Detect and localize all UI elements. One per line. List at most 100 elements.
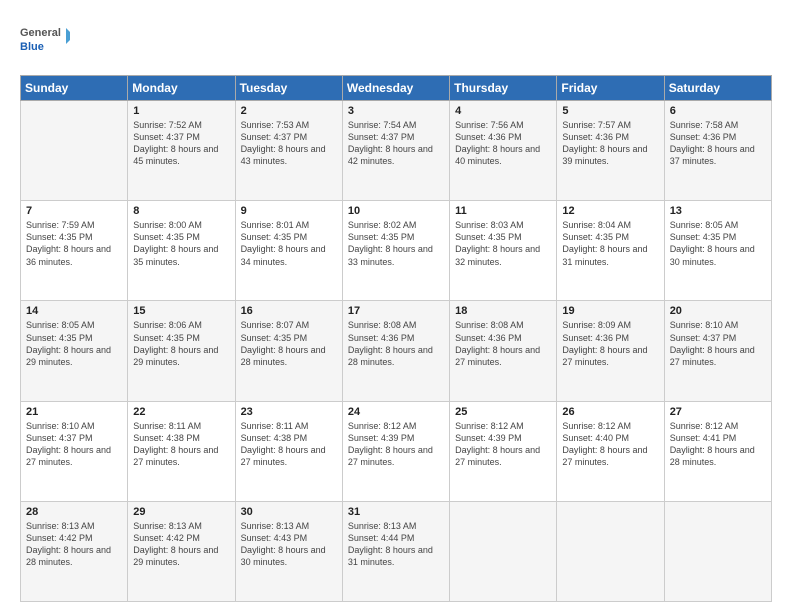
- cell-info: Sunrise: 7:54 AM Sunset: 4:37 PM Dayligh…: [348, 119, 444, 168]
- cell-info: Sunrise: 8:13 AM Sunset: 4:43 PM Dayligh…: [241, 520, 337, 569]
- cell-info: Sunrise: 8:12 AM Sunset: 4:40 PM Dayligh…: [562, 420, 658, 469]
- calendar-week-row: 7Sunrise: 7:59 AM Sunset: 4:35 PM Daylig…: [21, 201, 772, 301]
- day-number: 25: [455, 406, 551, 418]
- day-of-week-header: Sunday: [21, 76, 128, 101]
- calendar-cell: 8 Sunrise: 8:00 AM Sunset: 4:35 PM Daylig…: [128, 201, 235, 301]
- cell-info: Sunrise: 8:07 AM Sunset: 4:35 PM Dayligh…: [241, 319, 337, 368]
- day-number: 18: [455, 305, 551, 317]
- cell-info: Sunrise: 8:12 AM Sunset: 4:41 PM Dayligh…: [670, 420, 766, 469]
- cell-info: Sunrise: 8:04 AM Sunset: 4:35 PM Dayligh…: [562, 219, 658, 268]
- calendar-cell: 13Sunrise: 8:05 AM Sunset: 4:35 PM Dayli…: [664, 201, 771, 301]
- calendar-cell: 1 Sunrise: 7:52 AM Sunset: 4:37 PM Daylig…: [128, 101, 235, 201]
- svg-text:Blue: Blue: [20, 41, 44, 53]
- day-number: 1: [133, 105, 229, 117]
- cell-info: Sunrise: 8:09 AM Sunset: 4:36 PM Dayligh…: [562, 319, 658, 368]
- calendar-week-row: 28 Sunrise: 8:13 AM Sunset: 4:42 PM Dayli…: [21, 501, 772, 601]
- day-number: 28: [26, 506, 122, 518]
- calendar-cell: 15 Sunrise: 8:06 AM Sunset: 4:35 PM Dayli…: [128, 301, 235, 401]
- logo: General Blue: [20, 20, 76, 67]
- day-number: 27: [670, 406, 766, 418]
- calendar-cell: 16 Sunrise: 8:07 AM Sunset: 4:35 PM Dayli…: [235, 301, 342, 401]
- calendar-week-row: 21Sunrise: 8:10 AM Sunset: 4:37 PM Dayli…: [21, 401, 772, 501]
- calendar-week-row: 14Sunrise: 8:05 AM Sunset: 4:35 PM Dayli…: [21, 301, 772, 401]
- day-number: 8: [133, 205, 229, 217]
- cell-info: Sunrise: 8:10 AM Sunset: 4:37 PM Dayligh…: [670, 319, 766, 368]
- logo-graphic: General Blue: [20, 20, 70, 62]
- cell-info: Sunrise: 8:08 AM Sunset: 4:36 PM Dayligh…: [348, 319, 444, 368]
- day-number: 14: [26, 305, 122, 317]
- calendar-cell: 14Sunrise: 8:05 AM Sunset: 4:35 PM Dayli…: [21, 301, 128, 401]
- calendar-cell: 25 Sunrise: 8:12 AM Sunset: 4:39 PM Dayli…: [450, 401, 557, 501]
- day-number: 17: [348, 305, 444, 317]
- calendar-cell: 21Sunrise: 8:10 AM Sunset: 4:37 PM Dayli…: [21, 401, 128, 501]
- calendar-cell: 5 Sunrise: 7:57 AM Sunset: 4:36 PM Daylig…: [557, 101, 664, 201]
- calendar-cell: 2 Sunrise: 7:53 AM Sunset: 4:37 PM Daylig…: [235, 101, 342, 201]
- day-number: 4: [455, 105, 551, 117]
- day-number: 23: [241, 406, 337, 418]
- cell-info: Sunrise: 8:12 AM Sunset: 4:39 PM Dayligh…: [455, 420, 551, 469]
- calendar-cell: [450, 501, 557, 601]
- day-of-week-header: Saturday: [664, 76, 771, 101]
- calendar-cell: [664, 501, 771, 601]
- cell-info: Sunrise: 8:00 AM Sunset: 4:35 PM Dayligh…: [133, 219, 229, 268]
- day-number: 22: [133, 406, 229, 418]
- calendar-cell: 22Sunrise: 8:11 AM Sunset: 4:38 PM Dayli…: [128, 401, 235, 501]
- calendar-cell: 28Sunrise: 8:13 AM Sunset: 4:42 PM Dayli…: [21, 501, 128, 601]
- cell-info: Sunrise: 8:01 AM Sunset: 4:35 PM Dayligh…: [241, 219, 337, 268]
- cell-info: Sunrise: 8:13 AM Sunset: 4:42 PM Dayligh…: [133, 520, 229, 569]
- calendar-cell: 7Sunrise: 7:59 AM Sunset: 4:35 PM Daylig…: [21, 201, 128, 301]
- cell-info: Sunrise: 7:53 AM Sunset: 4:37 PM Dayligh…: [241, 119, 337, 168]
- day-number: 10: [348, 205, 444, 217]
- cell-info: Sunrise: 7:57 AM Sunset: 4:36 PM Dayligh…: [562, 119, 658, 168]
- day-of-week-header: Monday: [128, 76, 235, 101]
- day-of-week-header: Friday: [557, 76, 664, 101]
- day-number: 11: [455, 205, 551, 217]
- calendar-cell: 12 Sunrise: 8:04 AM Sunset: 4:35 PM Dayli…: [557, 201, 664, 301]
- day-number: 6: [670, 105, 766, 117]
- calendar-table: SundayMondayTuesdayWednesdayThursdayFrid…: [20, 75, 772, 602]
- calendar-cell: 27 Sunrise: 8:12 AM Sunset: 4:41 PM Dayli…: [664, 401, 771, 501]
- header: General Blue: [20, 16, 772, 67]
- cell-info: Sunrise: 8:05 AM Sunset: 4:35 PM Dayligh…: [670, 219, 766, 268]
- calendar-cell: 4 Sunrise: 7:56 AM Sunset: 4:36 PM Daylig…: [450, 101, 557, 201]
- calendar-cell: [21, 101, 128, 201]
- calendar-cell: 29 Sunrise: 8:13 AM Sunset: 4:42 PM Dayli…: [128, 501, 235, 601]
- cell-info: Sunrise: 8:02 AM Sunset: 4:35 PM Dayligh…: [348, 219, 444, 268]
- cell-info: Sunrise: 8:08 AM Sunset: 4:36 PM Dayligh…: [455, 319, 551, 368]
- calendar-cell: 9 Sunrise: 8:01 AM Sunset: 4:35 PM Daylig…: [235, 201, 342, 301]
- day-number: 3: [348, 105, 444, 117]
- calendar-cell: 6 Sunrise: 7:58 AM Sunset: 4:36 PM Daylig…: [664, 101, 771, 201]
- calendar-body: 1 Sunrise: 7:52 AM Sunset: 4:37 PM Daylig…: [21, 101, 772, 602]
- cell-info: Sunrise: 7:52 AM Sunset: 4:37 PM Dayligh…: [133, 119, 229, 168]
- day-number: 15: [133, 305, 229, 317]
- cell-info: Sunrise: 8:10 AM Sunset: 4:37 PM Dayligh…: [26, 420, 122, 469]
- calendar-cell: [557, 501, 664, 601]
- calendar-cell: 17 Sunrise: 8:08 AM Sunset: 4:36 PM Dayli…: [342, 301, 449, 401]
- calendar-cell: 3 Sunrise: 7:54 AM Sunset: 4:37 PM Daylig…: [342, 101, 449, 201]
- cell-info: Sunrise: 8:13 AM Sunset: 4:44 PM Dayligh…: [348, 520, 444, 569]
- day-number: 24: [348, 406, 444, 418]
- calendar-week-row: 1 Sunrise: 7:52 AM Sunset: 4:37 PM Daylig…: [21, 101, 772, 201]
- calendar-cell: 30 Sunrise: 8:13 AM Sunset: 4:43 PM Dayli…: [235, 501, 342, 601]
- day-number: 29: [133, 506, 229, 518]
- svg-text:General: General: [20, 27, 61, 39]
- calendar-cell: 20Sunrise: 8:10 AM Sunset: 4:37 PM Dayli…: [664, 301, 771, 401]
- cell-info: Sunrise: 7:58 AM Sunset: 4:36 PM Dayligh…: [670, 119, 766, 168]
- day-number: 2: [241, 105, 337, 117]
- cell-info: Sunrise: 8:03 AM Sunset: 4:35 PM Dayligh…: [455, 219, 551, 268]
- cell-info: Sunrise: 8:06 AM Sunset: 4:35 PM Dayligh…: [133, 319, 229, 368]
- calendar-cell: 19 Sunrise: 8:09 AM Sunset: 4:36 PM Dayli…: [557, 301, 664, 401]
- day-number: 19: [562, 305, 658, 317]
- cell-info: Sunrise: 7:56 AM Sunset: 4:36 PM Dayligh…: [455, 119, 551, 168]
- day-number: 12: [562, 205, 658, 217]
- cell-info: Sunrise: 8:12 AM Sunset: 4:39 PM Dayligh…: [348, 420, 444, 469]
- day-number: 30: [241, 506, 337, 518]
- logo-svg: General Blue: [20, 20, 70, 67]
- calendar-cell: 10 Sunrise: 8:02 AM Sunset: 4:35 PM Dayli…: [342, 201, 449, 301]
- day-number: 16: [241, 305, 337, 317]
- day-number: 5: [562, 105, 658, 117]
- cell-info: Sunrise: 8:11 AM Sunset: 4:38 PM Dayligh…: [241, 420, 337, 469]
- day-number: 26: [562, 406, 658, 418]
- day-of-week-header: Wednesday: [342, 76, 449, 101]
- day-number: 9: [241, 205, 337, 217]
